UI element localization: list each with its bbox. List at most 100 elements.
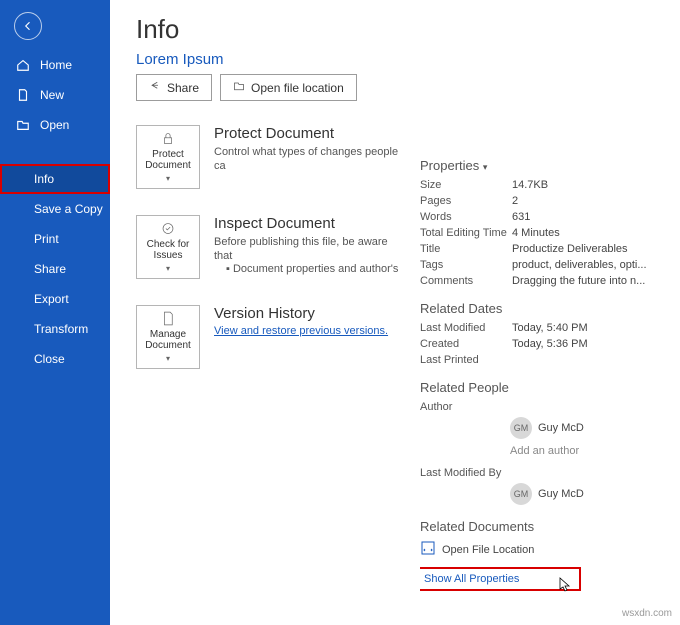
nav-label: Open — [40, 118, 69, 132]
property-row[interactable]: Tagsproduct, deliverables, opti... — [420, 259, 664, 271]
property-key: Title — [420, 243, 512, 255]
nav-label: Share — [34, 262, 66, 276]
share-button[interactable]: Share — [136, 74, 212, 101]
nav-label: Export — [34, 292, 69, 306]
person-name: Guy McD — [538, 488, 584, 500]
new-icon — [16, 88, 30, 102]
property-row[interactable]: Size14.7KB — [420, 179, 664, 191]
open-icon — [16, 118, 30, 132]
property-row[interactable]: Total Editing Time4 Minutes — [420, 227, 664, 239]
properties-dropdown[interactable]: Properties ▾ — [420, 158, 664, 173]
nav-home[interactable]: Home — [0, 50, 110, 80]
property-value: Productize Deliverables — [512, 243, 664, 255]
info-center-pane: Info Lorem Ipsum Share Open file locatio… — [110, 0, 420, 625]
property-value: 4 Minutes — [512, 227, 664, 239]
nav-save-copy[interactable]: Save a Copy — [0, 194, 110, 224]
nav-label: Info — [34, 172, 54, 186]
property-key: Total Editing Time — [420, 227, 512, 239]
backstage-sidebar: Home New Open Info Save a Copy Print Sha… — [0, 0, 110, 625]
button-label: Open file location — [251, 81, 344, 95]
nav-info[interactable]: Info — [0, 164, 110, 194]
nav-label: Close — [34, 352, 65, 366]
tile-heading: Protect Document — [214, 125, 404, 142]
page-title: Info — [136, 14, 404, 45]
share-icon — [149, 80, 161, 95]
modified-by-person[interactable]: GM Guy McD — [510, 483, 664, 505]
nav-share[interactable]: Share — [0, 254, 110, 284]
protect-document-button[interactable]: Protect Document ▾ — [136, 125, 200, 189]
button-label: Share — [167, 81, 199, 95]
date-key: Created — [420, 338, 512, 350]
property-row[interactable]: CommentsDragging the future into n... — [420, 275, 664, 287]
chevron-down-icon: ▾ — [483, 162, 488, 172]
chevron-down-icon: ▾ — [166, 173, 170, 184]
check-for-issues-button[interactable]: Check for Issues ▾ — [136, 215, 200, 279]
open-file-location-link[interactable]: Open File Location — [420, 540, 664, 559]
property-value: 14.7KB — [512, 179, 664, 191]
tile-box-label: Protect Document — [139, 149, 197, 171]
date-value: Today, 5:36 PM — [512, 338, 664, 350]
tile-subtext: Before publishing this file, be aware th… — [214, 235, 404, 263]
nav-label: New — [40, 88, 64, 102]
property-value: Dragging the future into n... — [512, 275, 664, 287]
nav-label: Save a Copy — [34, 202, 103, 216]
nav-label: Home — [40, 58, 72, 72]
document-title: Lorem Ipsum — [136, 51, 404, 68]
add-author-link[interactable]: Add an author — [510, 445, 664, 457]
tile-subtext: Control what types of changes people ca — [214, 145, 404, 173]
properties-pane: Properties ▾ Size14.7KBPages2Words631Tot… — [420, 0, 680, 625]
avatar: GM — [510, 483, 532, 505]
last-modified-by-label: Last Modified By — [420, 467, 512, 479]
tile-box-label: Manage Document — [139, 329, 197, 351]
open-file-location-button[interactable]: Open file location — [220, 74, 357, 101]
date-row: CreatedToday, 5:36 PM — [420, 338, 664, 350]
cursor-icon — [559, 577, 573, 596]
folder-icon — [233, 80, 245, 95]
author-person[interactable]: GM Guy McD — [510, 417, 664, 439]
property-value: 2 — [512, 195, 664, 207]
property-key: Comments — [420, 275, 512, 287]
back-button[interactable] — [14, 12, 42, 40]
date-row: Last Printed — [420, 354, 664, 366]
version-history-link[interactable]: View and restore previous versions. — [214, 325, 404, 337]
property-key: Size — [420, 179, 512, 191]
nav-close[interactable]: Close — [0, 344, 110, 374]
date-key: Last Modified — [420, 322, 512, 334]
property-key: Words — [420, 211, 512, 223]
date-row: Last ModifiedToday, 5:40 PM — [420, 322, 664, 334]
tile-box-label: Check for Issues — [139, 239, 197, 261]
property-key: Tags — [420, 259, 512, 271]
property-row[interactable]: Pages2 — [420, 195, 664, 207]
link-label: Open File Location — [442, 544, 534, 556]
html-file-icon — [420, 540, 436, 559]
property-key: Pages — [420, 195, 512, 207]
date-key: Last Printed — [420, 354, 512, 366]
nav-transform[interactable]: Transform — [0, 314, 110, 344]
nav-label: Print — [34, 232, 59, 246]
tile-bullet: ▪ Document properties and author's — [226, 263, 404, 275]
tile-heading: Version History — [214, 305, 404, 322]
nav-new[interactable]: New — [0, 80, 110, 110]
tile-heading: Inspect Document — [214, 215, 404, 232]
nav-label: Transform — [34, 322, 88, 336]
related-documents-heading: Related Documents — [420, 519, 664, 534]
manage-document-button[interactable]: Manage Document ▾ — [136, 305, 200, 369]
related-dates-heading: Related Dates — [420, 301, 664, 316]
person-name: Guy McD — [538, 422, 584, 434]
property-value: product, deliverables, opti... — [512, 259, 664, 271]
date-value — [512, 354, 664, 366]
property-row[interactable]: TitleProductize Deliverables — [420, 243, 664, 255]
watermark: wsxdn.com — [622, 608, 672, 619]
chevron-down-icon: ▾ — [166, 353, 170, 364]
date-value: Today, 5:40 PM — [512, 322, 664, 334]
home-icon — [16, 58, 30, 72]
chevron-down-icon: ▾ — [166, 263, 170, 274]
property-row[interactable]: Words631 — [420, 211, 664, 223]
nav-print[interactable]: Print — [0, 224, 110, 254]
show-all-properties-link[interactable]: Show All Properties — [420, 569, 579, 589]
author-label: Author — [420, 401, 512, 413]
related-people-heading: Related People — [420, 380, 664, 395]
property-value: 631 — [512, 211, 664, 223]
nav-open[interactable]: Open — [0, 110, 110, 140]
nav-export[interactable]: Export — [0, 284, 110, 314]
